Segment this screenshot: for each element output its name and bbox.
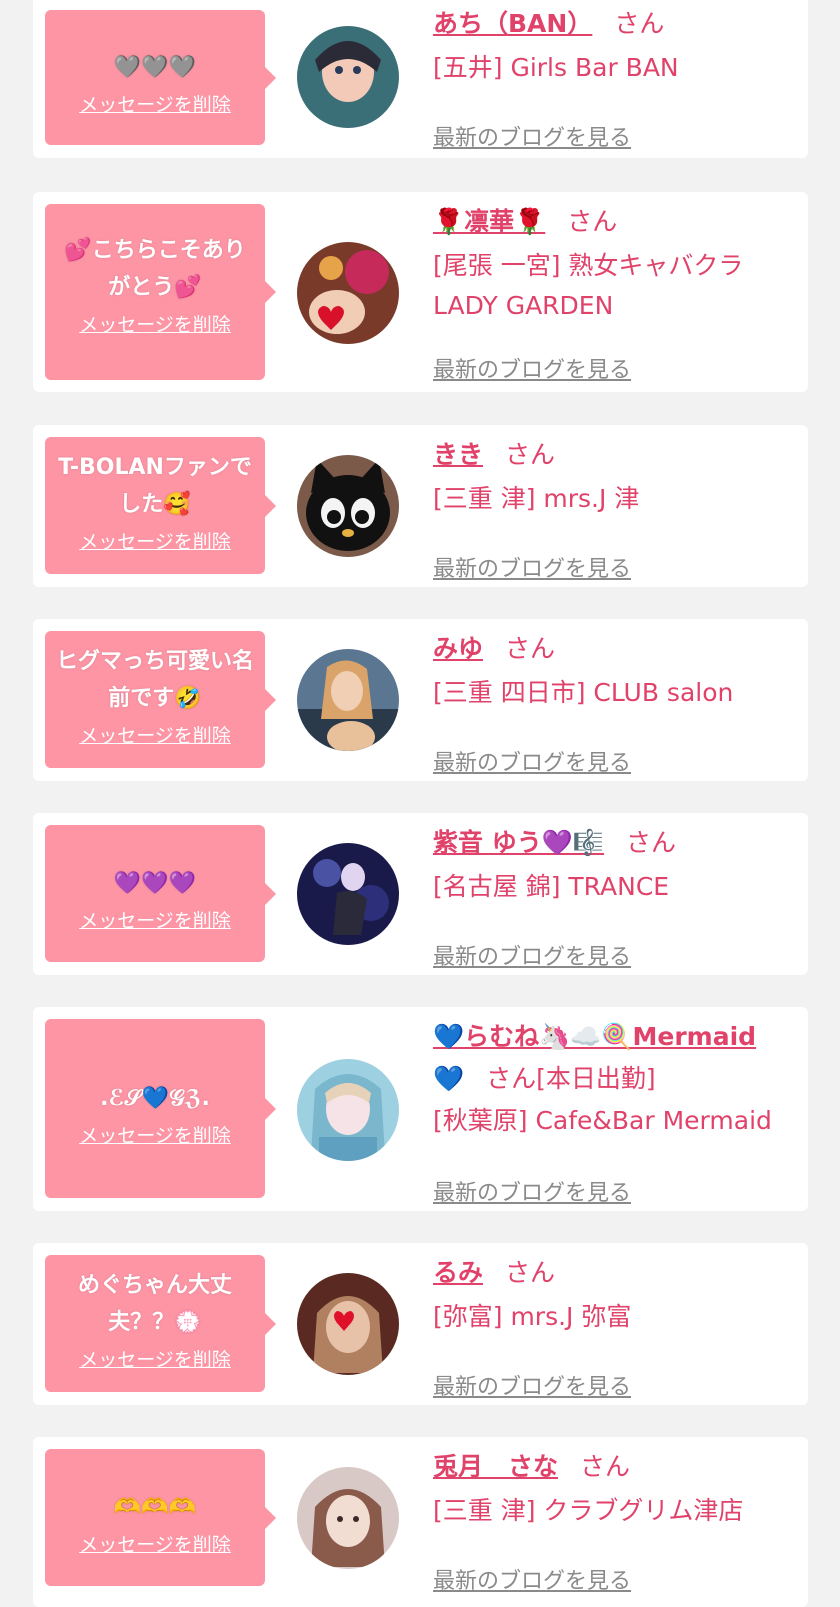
- latest-blog-link[interactable]: 最新のブログを見る: [433, 551, 631, 583]
- message-bubble: 💜💜💜 メッセージを削除: [45, 825, 276, 962]
- message-card: .ℰ𝒮💙𝒢ℨ. メッセージを削除 💙らむね🦄☁️🍭Mermaid 💙 さん[本日出…: [33, 1007, 808, 1211]
- avatar-photo: [297, 843, 399, 945]
- shop-name: [尾張 一宮] 熟女キャバクラ: [433, 251, 744, 280]
- avatar[interactable]: [297, 242, 399, 344]
- delete-message-link[interactable]: メッセージを削除: [79, 1530, 231, 1557]
- avatar[interactable]: [297, 1273, 399, 1375]
- latest-blog-link[interactable]: 最新のブログを見る: [433, 120, 631, 152]
- message-card: 💜💜💜 メッセージを削除 紫音 ゆう💜🎼 さん [名古屋 錦] TRANCE 最新…: [33, 813, 808, 975]
- message-text: T-BOLANファンでした🥰: [58, 455, 252, 517]
- girl-info: みゆ さん [三重 四日市] CLUB salon 最新のブログを見る: [433, 629, 802, 776]
- message-text: 🩶🩶🩶: [113, 54, 197, 80]
- latest-blog-link[interactable]: 最新のブログを見る: [433, 1369, 631, 1401]
- shop-name: [三重 津] mrs.J 津: [433, 484, 640, 513]
- message-bubble: T-BOLANファンでした🥰 メッセージを削除: [45, 437, 276, 574]
- girl-name-link[interactable]: 💙らむね🦄☁️🍭Mermaid: [433, 1022, 756, 1051]
- message-card: 🩶🩶🩶 メッセージを削除 あち（BAN） さん [五井] Girls Bar BA…: [33, 0, 808, 158]
- latest-blog-link[interactable]: 最新のブログを見る: [433, 745, 631, 777]
- honorific: さん: [614, 9, 665, 38]
- girl-name-link[interactable]: みゆ: [433, 634, 483, 663]
- honorific: さん: [625, 828, 676, 857]
- girl-name-link-cont[interactable]: 💙: [433, 1064, 464, 1093]
- delete-message-link[interactable]: メッセージを削除: [79, 1121, 231, 1148]
- avatar[interactable]: [297, 455, 399, 557]
- girl-info: 💙らむね🦄☁️🍭Mermaid 💙 さん[本日出勤] [秋葉原] Cafe&Bar…: [433, 1017, 802, 1206]
- avatar-photo: [297, 1059, 399, 1161]
- honorific: さん: [580, 1452, 631, 1481]
- message-bubble: 🫶🫶🫶 メッセージを削除: [45, 1449, 276, 1586]
- avatar[interactable]: [297, 26, 399, 128]
- girl-name-link[interactable]: 紫音 ゆう💜🎼: [433, 828, 604, 857]
- latest-blog-link[interactable]: 最新のブログを見る: [433, 352, 631, 384]
- shop-name: [秋葉原] Cafe&Bar Mermaid: [433, 1106, 772, 1135]
- delete-message-link[interactable]: メッセージを削除: [79, 527, 231, 554]
- honorific: さん[本日出勤]: [486, 1064, 656, 1093]
- message-bubble: .ℰ𝒮💙𝒢ℨ. メッセージを削除: [45, 1019, 276, 1198]
- girl-info: あち（BAN） さん [五井] Girls Bar BAN 最新のブログを見る: [433, 4, 802, 151]
- delete-message-link[interactable]: メッセージを削除: [79, 310, 231, 337]
- avatar-photo: [297, 1273, 399, 1375]
- message-text: 💕こちらこそありがとう💕: [64, 238, 246, 300]
- honorific: さん: [505, 634, 556, 663]
- delete-message-link[interactable]: メッセージを削除: [79, 90, 231, 117]
- message-card: ヒグマっち可愛い名前です🤣 メッセージを削除 みゆ さん [三重 四日市] CLU…: [33, 619, 808, 781]
- shop-name-line2: LADY GARDEN: [433, 291, 614, 320]
- message-bubble: 🩶🩶🩶 メッセージを削除: [45, 10, 276, 145]
- avatar[interactable]: [297, 649, 399, 751]
- girl-info: るみ さん [弥富] mrs.J 弥富 最新のブログを見る: [433, 1253, 802, 1400]
- avatar-photo: [297, 455, 399, 557]
- latest-blog-link[interactable]: 最新のブログを見る: [433, 1175, 631, 1207]
- girl-info: 🌹凛華🌹 さん [尾張 一宮] 熟女キャバクラ LADY GARDEN 最新のブロ…: [433, 202, 802, 383]
- message-text: ヒグマっち可愛い名前です🤣: [55, 649, 254, 711]
- girl-info: 紫音 ゆう💜🎼 さん [名古屋 錦] TRANCE 最新のブログを見る: [433, 823, 802, 970]
- avatar-photo: [297, 649, 399, 751]
- message-card: T-BOLANファンでした🥰 メッセージを削除 きき さん [三重 津] mrs.…: [33, 425, 808, 587]
- avatar-photo: [297, 26, 399, 128]
- avatar[interactable]: [297, 1059, 399, 1161]
- girl-name-link[interactable]: るみ: [433, 1258, 483, 1287]
- message-card: めぐちゃん大丈夫？？💮 メッセージを削除 るみ さん [弥富] mrs.J 弥富 …: [33, 1243, 808, 1405]
- avatar[interactable]: [297, 1467, 399, 1569]
- message-bubble: めぐちゃん大丈夫？？💮 メッセージを削除: [45, 1255, 276, 1392]
- delete-message-link[interactable]: メッセージを削除: [79, 906, 231, 933]
- girl-info: きき さん [三重 津] mrs.J 津 最新のブログを見る: [433, 435, 802, 582]
- girl-name-link[interactable]: 🌹凛華🌹: [433, 207, 545, 236]
- message-bubble: ヒグマっち可愛い名前です🤣 メッセージを削除: [45, 631, 276, 768]
- shop-name: [三重 津] クラブグリム津店: [433, 1496, 744, 1525]
- latest-blog-link[interactable]: 最新のブログを見る: [433, 939, 631, 971]
- girl-name-link[interactable]: あち（BAN）: [433, 9, 592, 38]
- message-text: めぐちゃん大丈夫？？💮: [77, 1273, 232, 1335]
- message-text: 🫶🫶🫶: [113, 1494, 197, 1520]
- shop-name: [弥富] mrs.J 弥富: [433, 1302, 632, 1331]
- girl-name-link[interactable]: きき: [433, 440, 483, 469]
- honorific: さん: [505, 1258, 556, 1287]
- message-text: .ℰ𝒮💙𝒢ℨ.: [100, 1085, 210, 1111]
- message-card: 🫶🫶🫶 メッセージを削除 兎月 さな さん [三重 津] クラブグリム津店 最新の…: [33, 1437, 808, 1607]
- message-text: 💜💜💜: [113, 870, 197, 896]
- shop-name: [名古屋 錦] TRANCE: [433, 872, 670, 901]
- girl-name-link[interactable]: 兎月 さな: [433, 1452, 558, 1481]
- honorific: さん: [505, 440, 556, 469]
- latest-blog-link[interactable]: 最新のブログを見る: [433, 1563, 631, 1595]
- message-card: 💕こちらこそありがとう💕 メッセージを削除 🌹凛華🌹 さん [尾張 一宮] 熟女キ…: [33, 192, 808, 392]
- shop-name: [三重 四日市] CLUB salon: [433, 678, 734, 707]
- honorific: さん: [567, 207, 618, 236]
- message-bubble: 💕こちらこそありがとう💕 メッセージを削除: [45, 204, 276, 380]
- girl-info: 兎月 さな さん [三重 津] クラブグリム津店 最新のブログを見る: [433, 1447, 802, 1594]
- shop-name: [五井] Girls Bar BAN: [433, 53, 679, 82]
- delete-message-link[interactable]: メッセージを削除: [79, 721, 231, 748]
- avatar-photo: [297, 1467, 399, 1569]
- avatar-photo: [297, 242, 399, 344]
- avatar[interactable]: [297, 843, 399, 945]
- delete-message-link[interactable]: メッセージを削除: [79, 1345, 231, 1372]
